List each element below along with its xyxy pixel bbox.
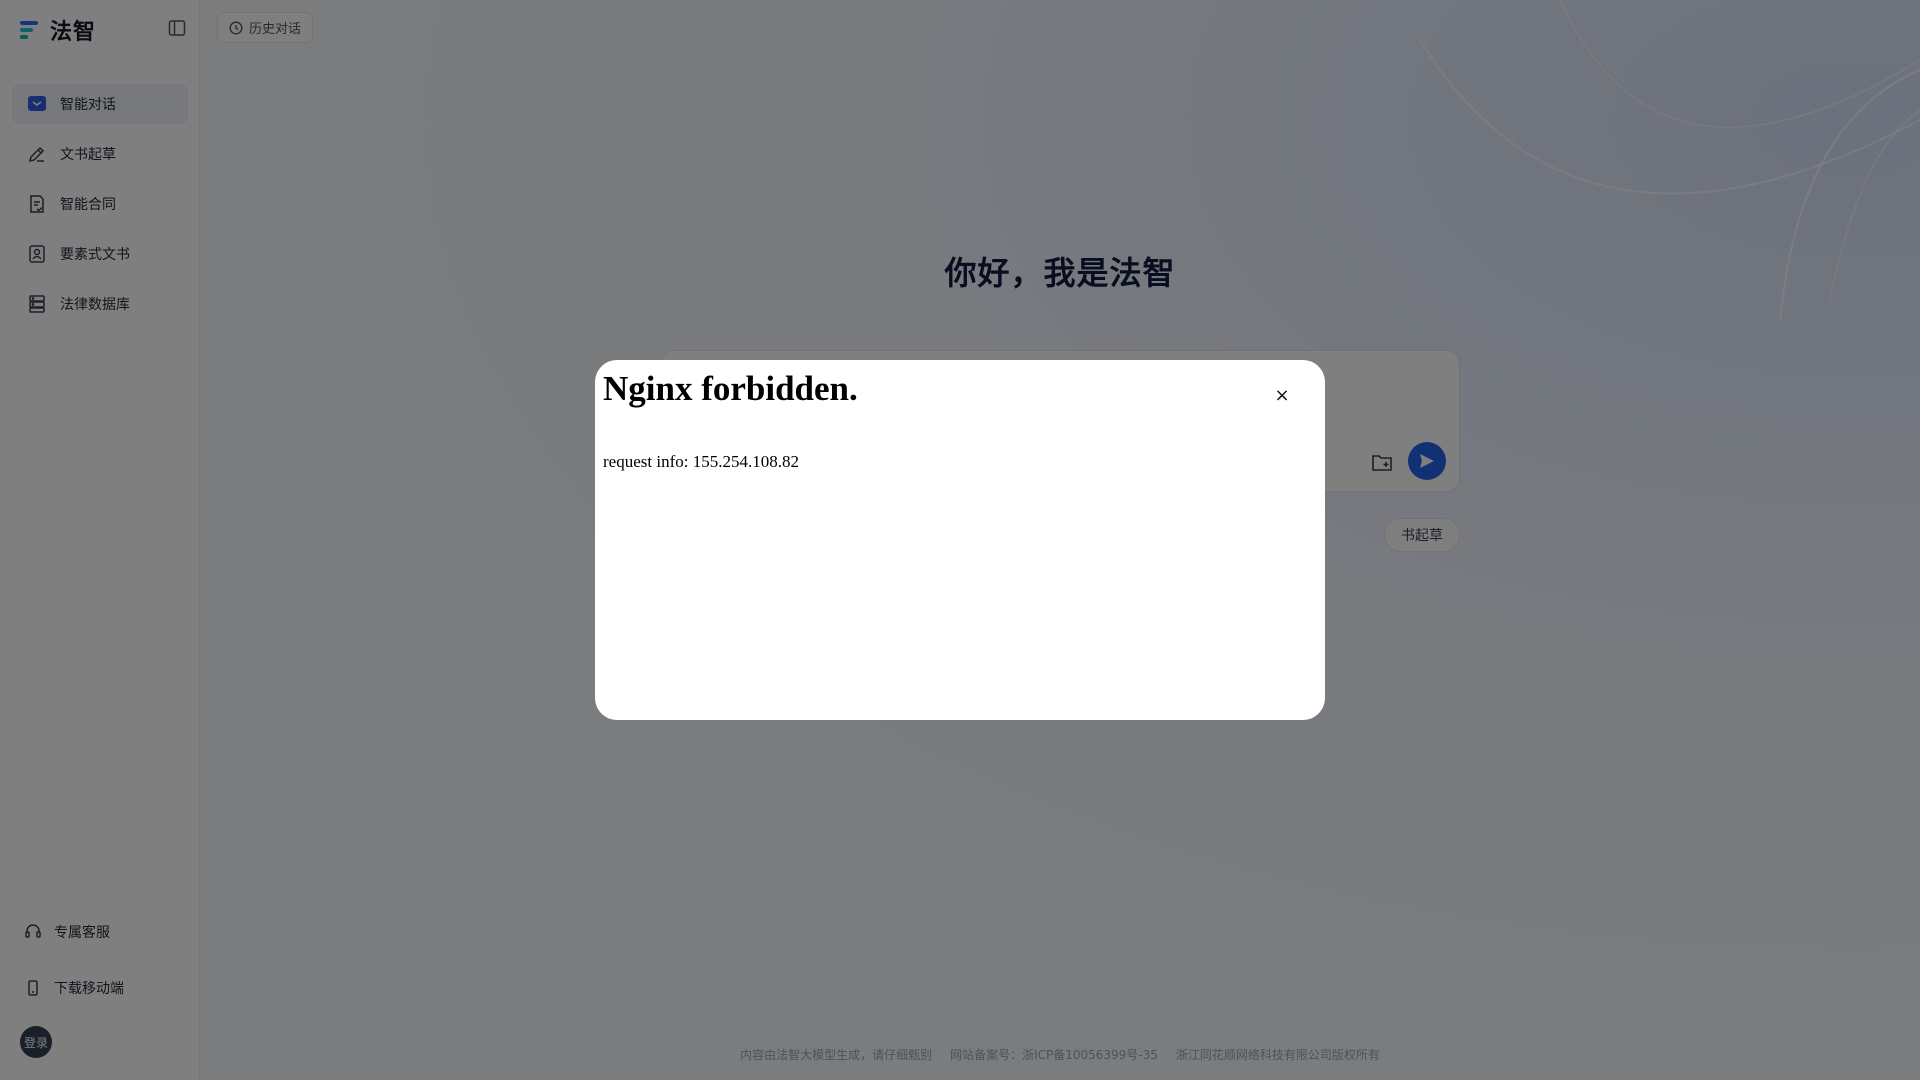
close-icon: × bbox=[1274, 384, 1290, 406]
error-modal: Nginx forbidden. × request info: 155.254… bbox=[595, 360, 1325, 720]
app-root: 法智 智能对话 文书起草 bbox=[0, 0, 1920, 1080]
close-button[interactable]: × bbox=[1271, 384, 1293, 406]
modal-title: Nginx forbidden. bbox=[603, 369, 858, 408]
request-info: request info: 155.254.108.82 bbox=[603, 452, 799, 471]
